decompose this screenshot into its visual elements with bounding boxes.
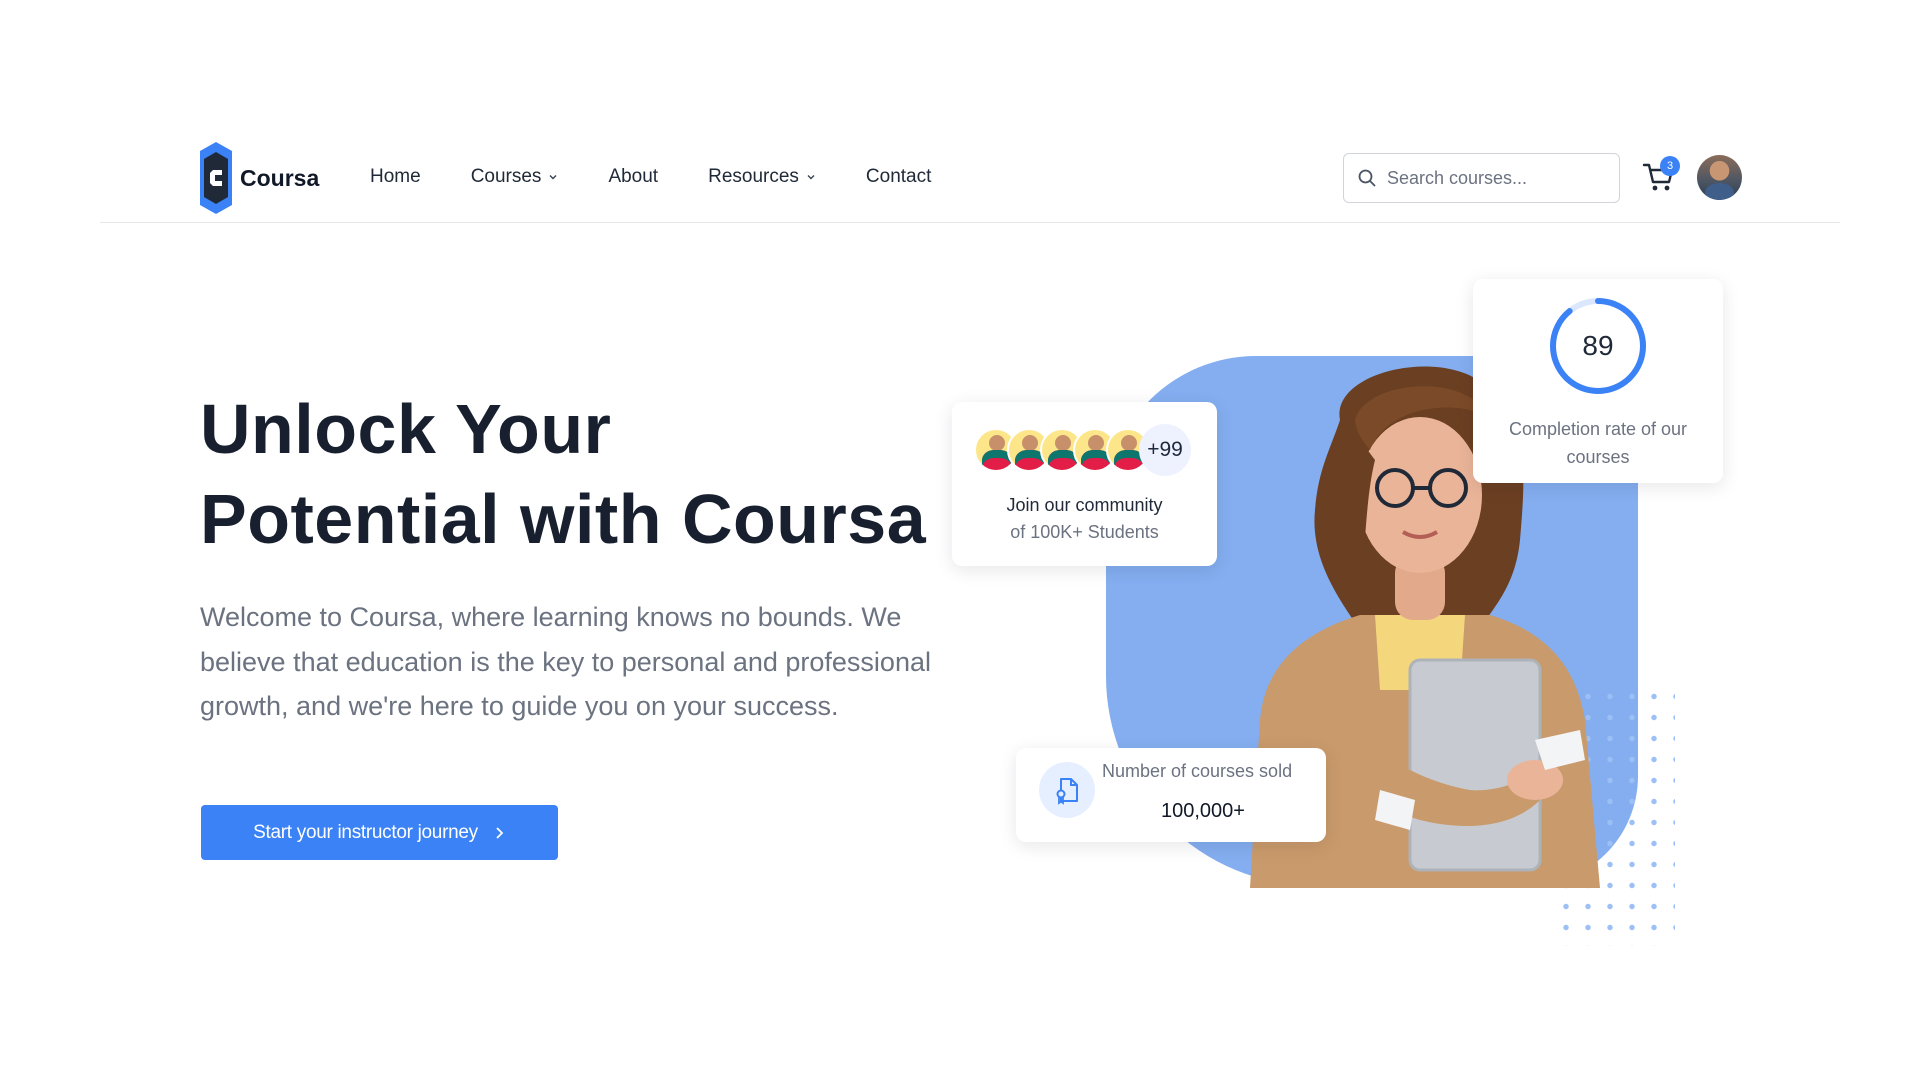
community-text: Join our community of 100K+ Students (952, 492, 1217, 546)
nav-item-courses[interactable]: Courses (471, 166, 559, 188)
hero-description: Welcome to Coursa, where learning knows … (200, 602, 931, 721)
cta-label: Start your instructor journey (253, 821, 478, 843)
courses-sold-value: 100,000+ (1161, 800, 1245, 822)
courses-sold-card: Number of courses sold 100,000+ (1016, 748, 1326, 842)
main-menu: Home Courses About Resources Contact (370, 130, 981, 223)
nav-item-label: Home (370, 165, 421, 187)
courses-sold-label: Number of courses sold (1102, 761, 1293, 781)
hero-title: Unlock Your Potential with Coursa (200, 384, 980, 564)
search-input[interactable] (1387, 167, 1597, 189)
extra-students-count: +99 (1139, 424, 1191, 476)
hexagon-c-logo-icon (200, 142, 232, 214)
search-icon (1358, 169, 1376, 187)
search-box[interactable] (1343, 153, 1620, 203)
brand-logo[interactable]: Coursa (200, 142, 319, 214)
community-line2: of 100K+ Students (1010, 522, 1159, 542)
nav-item-home[interactable]: Home (370, 166, 421, 188)
cart-button[interactable]: 3 (1642, 156, 1680, 198)
nav-item-resources[interactable]: Resources (708, 166, 816, 188)
chevron-down-icon (549, 174, 557, 179)
chevron-right-icon (496, 826, 504, 839)
start-instructor-journey-button[interactable]: Start your instructor journey (201, 805, 558, 860)
completion-rate-value: 89 (1582, 330, 1614, 361)
chevron-down-icon (807, 174, 815, 179)
completion-rate-label: Completion rate of our courses (1508, 419, 1688, 467)
nav-item-label: Resources (708, 165, 799, 187)
hero-title-line1: Unlock Your (200, 390, 612, 468)
user-avatar[interactable] (1697, 155, 1742, 200)
hero-title-line2: Potential with Coursa (200, 480, 927, 558)
cart-count-badge: 3 (1660, 156, 1680, 176)
nav-item-about[interactable]: About (608, 166, 658, 188)
nav-item-label: About (608, 165, 659, 187)
certificate-document-icon (1039, 762, 1095, 818)
nav-item-label: Courses (470, 165, 542, 187)
brand-name: Coursa (240, 164, 320, 191)
community-card: +99 Join our community of 100K+ Students (952, 402, 1217, 566)
nav-item-label: Contact (865, 165, 932, 187)
nav-item-contact[interactable]: Contact (866, 166, 931, 188)
completion-rate-card: 89 Completion rate of our courses (1473, 279, 1723, 483)
student-avatars: +99 (974, 424, 1191, 476)
community-line1: Join our community (1006, 495, 1163, 515)
